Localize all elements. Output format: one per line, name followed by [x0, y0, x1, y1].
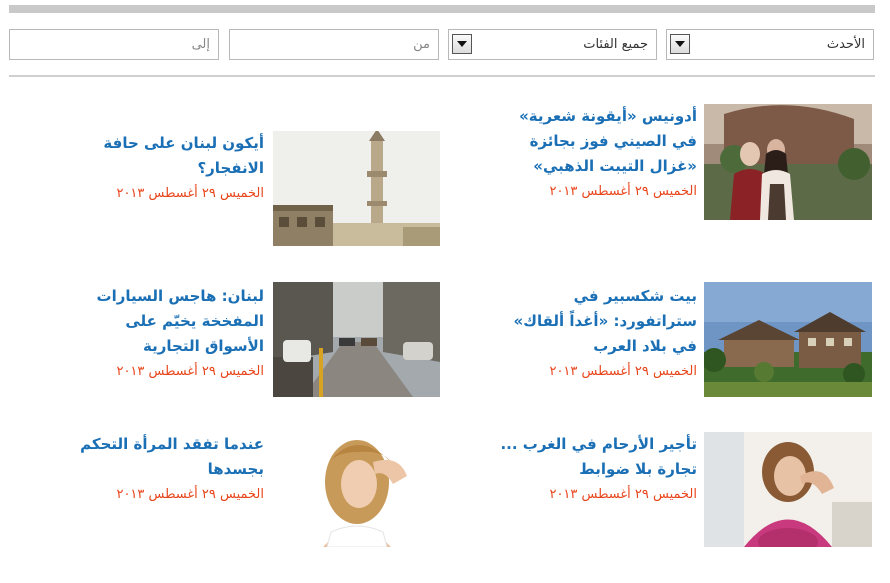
article-date: الخميس ٢٩ أغسطس ٢٠١٣	[116, 487, 264, 502]
article-thumbnail-lebanon-street[interactable]	[273, 282, 440, 397]
article-date: الخميس ٢٩ أغسطس ٢٠١٣	[549, 487, 697, 502]
article-title[interactable]: بيت شكسبير في ستراتفورد: «أغداً ألقاك» ف…	[500, 284, 697, 359]
article-title[interactable]: تأجير الأرحام في الغرب ... تجارة بلا ضوا…	[500, 432, 697, 482]
filter-divider	[9, 75, 875, 77]
article-thumbnail-adonis[interactable]	[704, 104, 872, 220]
article-thumbnail-surrogacy[interactable]	[704, 432, 872, 547]
date-to-input[interactable]: إلى	[9, 29, 219, 60]
article-car-bombs[interactable]: لبنان: هاجس السيارات المفخخة يخيّم على ا…	[68, 284, 264, 383]
sort-dropdown[interactable]: الأحدث	[666, 29, 874, 60]
article-adonis[interactable]: أدونيس «أيقونة شعرية» في الصيني فوز بجائ…	[500, 104, 697, 203]
article-thumbnail-shakespeare-house[interactable]	[704, 282, 872, 397]
article-title[interactable]: عندما تفقد المرأة التحكم بجسدها	[68, 432, 264, 482]
article-date: الخميس ٢٩ أغسطس ٢٠١٣	[549, 184, 697, 199]
article-thumbnail-woman-headache[interactable]	[273, 432, 440, 547]
article-date: الخميس ٢٩ أغسطس ٢٠١٣	[116, 364, 264, 379]
category-dropdown-value: جميع الفئات	[583, 37, 648, 52]
article-title[interactable]: لبنان: هاجس السيارات المفخخة يخيّم على ا…	[68, 284, 264, 359]
article-woman-body[interactable]: عندما تفقد المرأة التحكم بجسدها الخميس ٢…	[68, 432, 264, 506]
chevron-down-icon[interactable]	[670, 34, 690, 54]
sort-dropdown-value: الأحدث	[826, 37, 865, 52]
article-title[interactable]: أيكون لبنان على حافة الانفجار؟	[68, 131, 264, 181]
article-date: الخميس ٢٩ أغسطس ٢٠١٣	[116, 186, 264, 201]
article-thumbnail-lebanon-minaret[interactable]	[273, 131, 440, 246]
date-from-placeholder: من	[413, 37, 430, 52]
article-title[interactable]: أدونيس «أيقونة شعرية» في الصيني فوز بجائ…	[500, 104, 697, 179]
article-surrogacy[interactable]: تأجير الأرحام في الغرب ... تجارة بلا ضوا…	[500, 432, 697, 506]
chevron-down-icon[interactable]	[452, 34, 472, 54]
date-to-placeholder: إلى	[191, 37, 210, 52]
article-lebanon-explosion[interactable]: أيكون لبنان على حافة الانفجار؟ الخميس ٢٩…	[68, 131, 264, 205]
article-date: الخميس ٢٩ أغسطس ٢٠١٣	[549, 364, 697, 379]
date-from-input[interactable]: من	[229, 29, 439, 60]
article-shakespeare[interactable]: بيت شكسبير في ستراتفورد: «أغداً ألقاك» ف…	[500, 284, 697, 383]
category-dropdown[interactable]: جميع الفئات	[448, 29, 657, 60]
top-divider-bar	[9, 5, 875, 13]
